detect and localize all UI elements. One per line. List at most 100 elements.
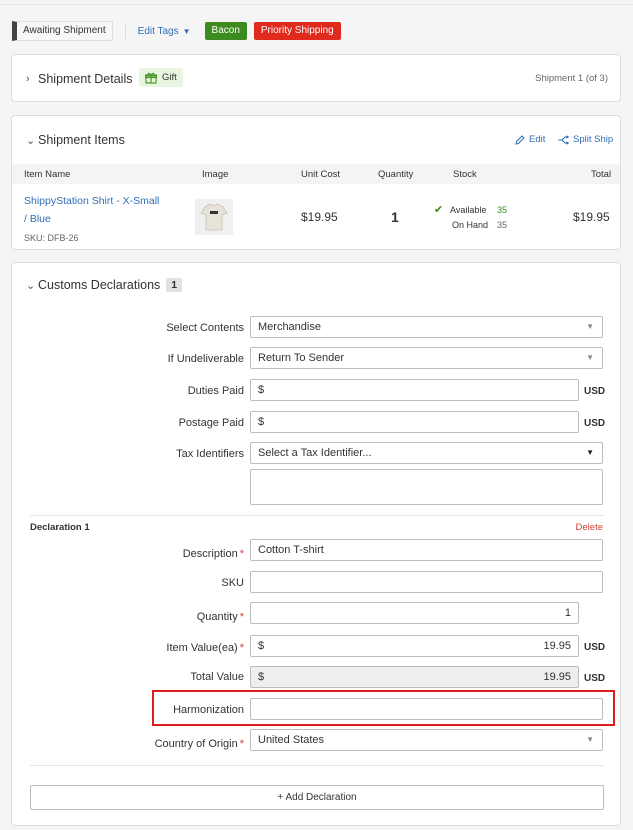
item-value-label: Item Value(ea) *: [12, 642, 244, 654]
tag-bacon[interactable]: Bacon: [204, 22, 247, 40]
gift-badge: Gift: [139, 68, 183, 87]
shipment-items-toggle[interactable]: ⌄ Shipment Items: [26, 133, 125, 147]
total-value-field: $ 19.95: [250, 666, 579, 688]
table-row: ShippyStation Shirt - X-Small / Blue SKU…: [12, 186, 620, 246]
item-name-link-line2[interactable]: / Blue: [24, 213, 51, 225]
tax-identifiers-list[interactable]: [250, 469, 603, 505]
currency-symbol: $: [258, 384, 265, 396]
total-value-usd-label: USD: [584, 673, 606, 684]
column-quantity: Quantity: [378, 169, 414, 180]
split-ship-label: Split Ship: [573, 134, 614, 145]
duties-paid-label: Duties Paid: [187, 385, 244, 397]
country-label-text: Country of Origin: [154, 738, 238, 750]
top-divider: [0, 4, 633, 5]
items-table-header: Item Name Image Unit Cost Quantity Stock…: [12, 164, 620, 184]
stock-onhand-label: On Hand: [452, 220, 489, 230]
chevron-down-icon: ⌄: [26, 134, 36, 147]
customs-card: ⌄ Customs Declarations 1 Select Contents…: [11, 262, 621, 826]
stock-available-label: Available: [450, 205, 487, 215]
description-label-text: Description: [182, 548, 238, 560]
description-input[interactable]: Cotton T-shirt: [250, 539, 603, 561]
check-icon: ✔: [434, 204, 444, 216]
tshirt-icon: [200, 203, 228, 231]
quantity-label-text: Quantity: [196, 611, 238, 623]
delete-declaration-link[interactable]: Delete: [576, 522, 603, 533]
select-contents-dropdown[interactable]: Merchandise ▼: [250, 316, 603, 338]
currency-symbol: $: [258, 640, 265, 652]
section-divider: [30, 515, 604, 516]
customs-toggle[interactable]: ⌄ Customs Declarations 1: [26, 278, 183, 292]
tax-identifiers-label: Tax Identifiers: [176, 448, 244, 460]
shipment-counter: Shipment 1 (of 3): [535, 73, 608, 84]
sku-input[interactable]: [250, 571, 603, 593]
tax-identifier-placeholder: Select a Tax Identifier...: [258, 447, 372, 459]
item-name-link[interactable]: ShippyStation Shirt - X-Small: [24, 195, 159, 207]
item-value-label-text: Item Value(ea): [166, 642, 238, 654]
item-unit-cost: $19.95: [301, 210, 338, 224]
quantity-value: 1: [564, 607, 571, 619]
edit-tags-label: Edit Tags: [137, 25, 179, 37]
chevron-right-icon: ›: [26, 73, 30, 85]
description-label: Description *: [12, 548, 244, 560]
caret-down-icon: ▼: [586, 448, 594, 457]
required-asterisk: *: [239, 738, 244, 750]
column-unit-cost: Unit Cost: [301, 169, 341, 180]
split-icon: [558, 134, 569, 145]
item-thumbnail[interactable]: [195, 199, 233, 235]
quantity-label: Quantity *: [12, 611, 244, 623]
item-value-usd-label: USD: [584, 642, 606, 653]
tag-priority-shipping[interactable]: Priority Shipping: [253, 22, 341, 40]
caret-down-icon: ▼: [182, 26, 191, 36]
edit-items-button[interactable]: Edit: [515, 134, 545, 145]
total-value-label: Total Value: [190, 671, 244, 683]
country-value: United States: [258, 734, 325, 746]
select-contents-value: Merchandise: [258, 321, 321, 333]
undeliverable-dropdown[interactable]: Return To Sender ▼: [250, 347, 603, 369]
shipment-details-toggle[interactable]: › Shipment Details: [26, 72, 133, 86]
item-quantity: 1: [391, 209, 399, 225]
duties-usd-label: USD: [584, 386, 606, 397]
stock-onhand-value: 35: [497, 220, 508, 230]
column-image: Image: [202, 169, 229, 180]
undeliverable-label: If Undeliverable: [167, 353, 244, 365]
required-asterisk: *: [239, 642, 244, 654]
duties-paid-input[interactable]: $: [250, 379, 579, 401]
required-asterisk: *: [239, 611, 244, 623]
caret-down-icon: ▼: [586, 735, 594, 744]
gift-icon: [145, 72, 157, 84]
edit-items-label: Edit: [529, 134, 546, 145]
country-dropdown[interactable]: United States ▼: [250, 729, 603, 751]
declaration-title: Declaration 1: [30, 522, 90, 533]
item-sku: SKU: DFB-26: [24, 233, 79, 243]
stock-available-value: 35: [497, 205, 508, 215]
tax-identifier-select[interactable]: Select a Tax Identifier... ▼: [250, 442, 603, 464]
customs-count-badge: 1: [166, 278, 183, 292]
shipment-items-card: ⌄ Shipment Items Edit Split Ship Item Na…: [11, 115, 621, 250]
caret-down-icon: ▼: [586, 353, 594, 362]
quantity-input[interactable]: 1: [250, 602, 579, 624]
currency-symbol: $: [258, 416, 265, 428]
chevron-down-icon: ⌄: [26, 279, 36, 292]
edit-tags-button[interactable]: Edit Tags ▼: [138, 26, 191, 37]
pencil-icon: [515, 134, 525, 145]
undeliverable-value: Return To Sender: [258, 352, 345, 364]
section-divider: [30, 765, 604, 766]
tag-bar: Awaiting Shipment Edit Tags ▼ Bacon Prio…: [12, 21, 341, 41]
shipment-details-title: Shipment Details: [38, 72, 133, 86]
tag-separator: [124, 23, 126, 39]
description-value: Cotton T-shirt: [258, 544, 324, 556]
column-stock: Stock: [453, 169, 477, 180]
sku-label: SKU: [221, 577, 244, 589]
split-ship-button[interactable]: Split Ship: [558, 134, 613, 145]
column-total: Total: [591, 169, 612, 180]
required-asterisk: *: [239, 548, 244, 560]
gift-label: Gift: [162, 72, 177, 83]
country-label: Country of Origin *: [12, 738, 244, 750]
total-value-value: 19.95: [543, 671, 571, 683]
shipment-details-card: › Shipment Details Gift Shipment 1 (of 3…: [11, 54, 621, 102]
add-declaration-button[interactable]: + Add Declaration: [30, 785, 604, 810]
item-value-input[interactable]: $ 19.95: [250, 635, 579, 657]
customs-title: Customs Declarations: [38, 278, 161, 292]
postage-paid-input[interactable]: $: [250, 411, 579, 433]
status-badge: Awaiting Shipment: [12, 21, 113, 41]
